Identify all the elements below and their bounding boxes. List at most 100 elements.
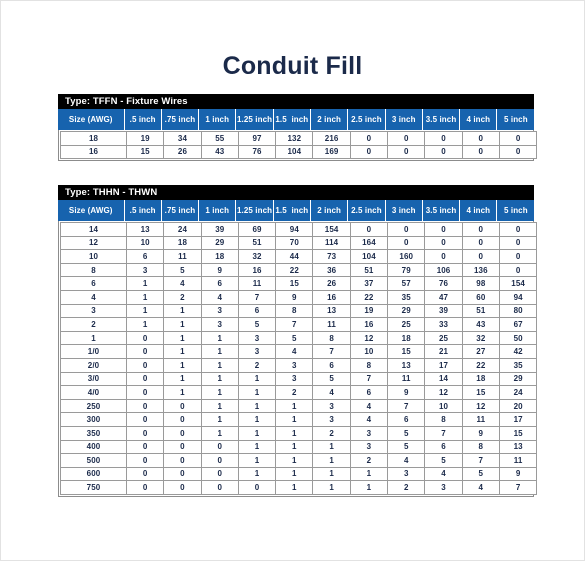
cell-value: 0 — [125, 466, 165, 482]
cell-value: 1 — [312, 466, 351, 482]
cell-value: 1 — [125, 303, 165, 319]
column-header-4: 1.25 inch — [235, 109, 274, 130]
cell-value: 0 — [424, 144, 463, 160]
cell-value: 4 — [349, 412, 389, 427]
page-title: Conduit Fill — [222, 52, 363, 80]
cell-value: 1 — [200, 398, 239, 414]
cell-value: 2 — [275, 385, 314, 400]
cell-value: 57 — [387, 276, 426, 291]
table-header-tffn: Size (AWG) .5 inch .75 inch 1 inch 1.25 inch… — [58, 109, 535, 130]
cell-value: 5 — [237, 317, 277, 332]
column-header-9: 3.5 inch — [421, 109, 461, 130]
cell-size-awg: 250 — [60, 398, 127, 414]
cell-value: 67 — [498, 317, 538, 332]
cell-value: 1 — [237, 371, 277, 387]
cell-size-awg: 8 — [60, 262, 127, 278]
cell-value: 0 — [163, 439, 202, 455]
cell-value: 7 — [387, 398, 426, 414]
cell-value: 1 — [349, 466, 389, 482]
cell-value: 0 — [200, 453, 239, 468]
cell-value: 15 — [275, 276, 314, 291]
cell-value: 1 — [275, 466, 314, 482]
cell-value: 51 — [349, 262, 389, 278]
cell-value: 55 — [200, 131, 239, 146]
table-row: 2/0 0 1 1 2 3 6 8 13 17 22 35 — [60, 357, 538, 373]
cell-size-awg: 4/0 — [60, 385, 127, 400]
table-row: 14 13 24 39 69 94 154 0 0 0 0 0 — [60, 222, 538, 237]
cell-value: 1 — [237, 425, 277, 441]
cell-value: 22 — [275, 262, 314, 278]
cell-value: 12 — [461, 398, 500, 414]
cell-value: 4 — [163, 276, 202, 291]
column-header-3: 1 inch — [198, 109, 237, 130]
column-header-1: .5 inch — [123, 109, 162, 130]
column-header-6: 2 inch — [309, 109, 349, 130]
cell-value: 8 — [461, 439, 500, 455]
cell-value: 1 — [275, 398, 314, 414]
cell-value: 0 — [424, 131, 463, 146]
cell-value: 15 — [461, 385, 500, 400]
cell-value: 0 — [125, 357, 165, 373]
cell-value: 2 — [237, 357, 277, 373]
cell-value: 0 — [424, 222, 463, 237]
cell-value: 25 — [387, 317, 426, 332]
table-row: 4/0 0 1 1 1 2 4 6 9 12 15 24 — [60, 385, 538, 400]
table-row: 500 0 0 0 1 1 1 2 4 5 7 11 — [60, 453, 538, 468]
cell-value: 0 — [125, 385, 165, 400]
cell-value: 1 — [163, 385, 202, 400]
cell-value: 0 — [461, 131, 500, 146]
cell-value: 7 — [349, 371, 389, 387]
cell-value: 17 — [498, 412, 538, 427]
cell-value: 36 — [312, 262, 351, 278]
table-row: 350 0 0 1 1 1 2 3 5 7 9 15 — [60, 425, 538, 441]
cell-value: 0 — [498, 262, 538, 278]
cell-value: 18 — [387, 330, 426, 346]
cell-value: 37 — [349, 276, 389, 291]
cell-value: 51 — [461, 303, 500, 319]
cell-value: 50 — [498, 330, 538, 346]
cell-value: 24 — [163, 222, 202, 237]
cell-value: 0 — [461, 144, 500, 160]
cell-value: 13 — [498, 439, 538, 455]
cell-value: 9 — [275, 289, 314, 305]
cell-value: 0 — [498, 249, 538, 264]
cell-value: 80 — [498, 303, 538, 319]
cell-value: 0 — [387, 235, 426, 251]
cell-value: 70 — [275, 235, 314, 251]
cell-value: 15 — [498, 425, 538, 441]
cell-value: 11 — [237, 276, 277, 291]
cell-value: 0 — [498, 235, 538, 251]
cell-value: 3 — [125, 262, 165, 278]
cell-value: 4 — [312, 385, 351, 400]
conduit-fill-table-thhn: Type: THHN - THWN Size (AWG) .5 inch .75 i… — [58, 185, 538, 497]
cell-size-awg: 12 — [60, 235, 127, 251]
table-row: 400 0 0 0 1 1 1 3 5 6 8 13 — [60, 439, 538, 455]
cell-size-awg: 3 — [60, 303, 127, 319]
cell-value: 1 — [275, 425, 314, 441]
column-header-2: .75 inch — [160, 109, 200, 130]
cell-value: 16 — [237, 262, 277, 278]
cell-value: 3 — [312, 412, 351, 427]
table-row: 600 0 0 0 1 1 1 1 3 4 5 9 — [60, 466, 538, 482]
cell-value: 0 — [461, 235, 500, 251]
cell-value: 3 — [200, 317, 239, 332]
cell-value: 160 — [387, 249, 426, 264]
cell-value: 1 — [163, 371, 202, 387]
cell-value: 4 — [275, 344, 314, 359]
cell-value: 0 — [125, 453, 165, 468]
cell-value: 1 — [237, 385, 277, 400]
table-row: 2 1 1 3 5 7 11 16 25 33 43 67 — [60, 317, 538, 332]
cell-value: 97 — [237, 131, 277, 146]
column-header-0: Size (AWG) — [58, 109, 125, 130]
cell-value: 2 — [387, 480, 426, 495]
cell-size-awg: 2/0 — [60, 357, 127, 373]
cell-value: 11 — [498, 453, 538, 468]
cell-value: 10 — [125, 235, 165, 251]
cell-value: 1 — [237, 398, 277, 414]
cell-value: 73 — [312, 249, 351, 264]
cell-value: 15 — [125, 144, 165, 160]
cell-value: 1 — [163, 317, 202, 332]
cell-size-awg: 600 — [60, 466, 127, 482]
cell-value: 26 — [312, 276, 351, 291]
cell-value: 104 — [349, 249, 389, 264]
